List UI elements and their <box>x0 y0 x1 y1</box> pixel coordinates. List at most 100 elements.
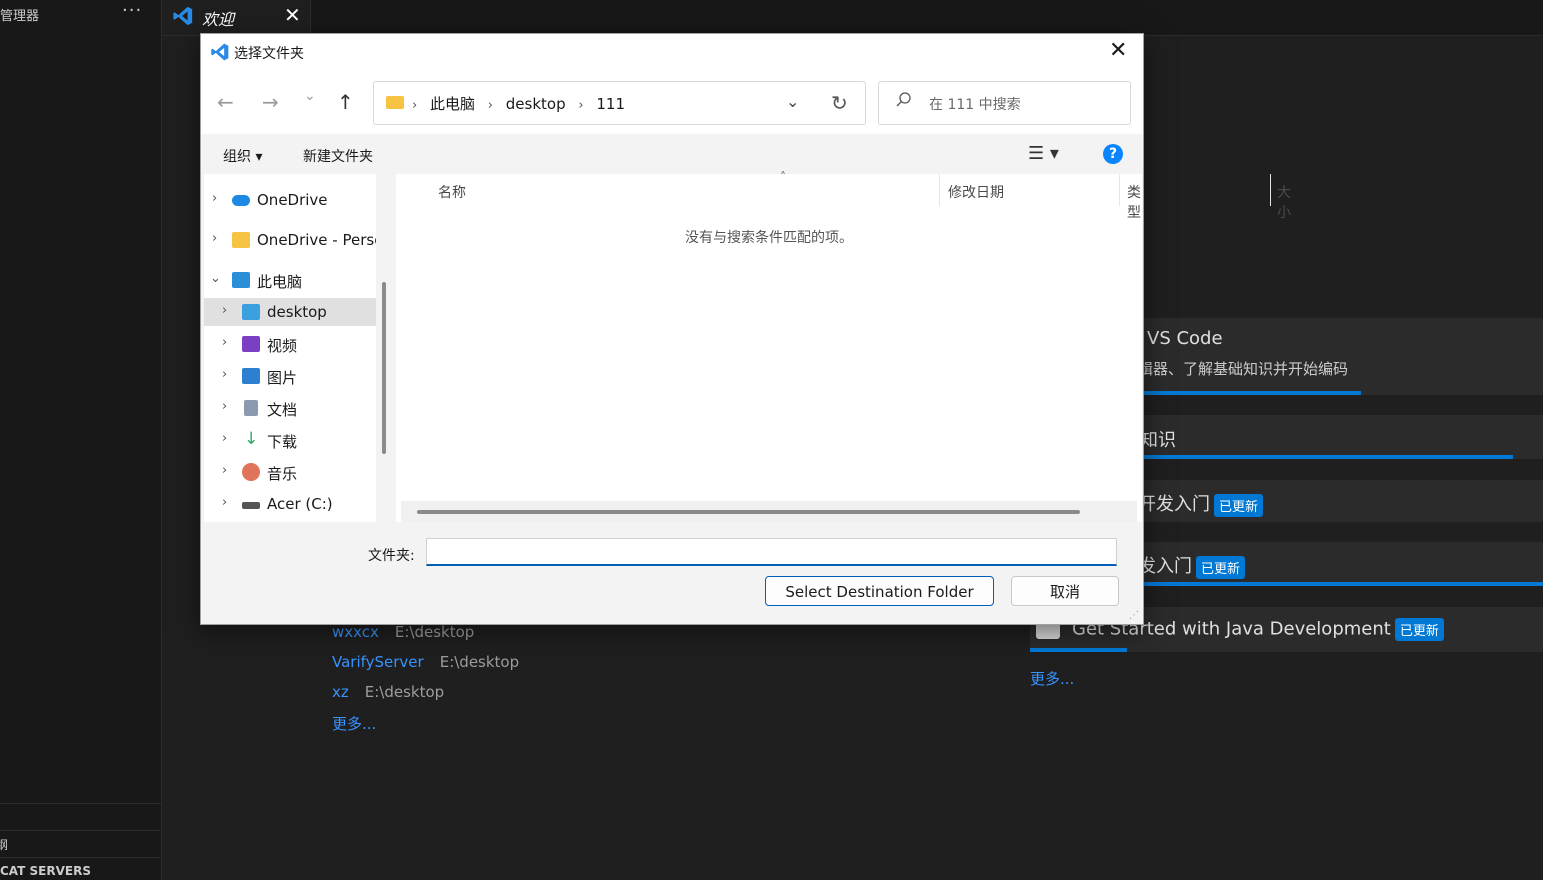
column-header-size[interactable]: 大小 <box>1277 182 1291 222</box>
up-arrow-icon[interactable]: ↑ <box>337 90 354 114</box>
tree-item-this-pc[interactable]: ⌄ 此电脑 <box>204 266 376 294</box>
chevron-right-icon[interactable]: › <box>222 399 227 414</box>
select-folder-dialog: 选择文件夹 ✕ ← → ⌄ ↑ › 此电脑 › desktop › 111 ⌄ … <box>200 33 1291 625</box>
chevron-right-icon[interactable]: › <box>212 191 217 206</box>
breadcrumb-item[interactable]: 此电脑 <box>430 95 475 113</box>
cancel-button[interactable]: 取消 <box>1011 576 1119 606</box>
column-header-date[interactable]: 修改日期 <box>948 182 1004 202</box>
file-list-pane: ˄ 名称 修改日期 类型 大小 没有与搜索条件匹配的项。 <box>396 170 1291 522</box>
cloud-icon <box>232 195 250 206</box>
tab-welcome[interactable]: 欢迎 ✕ <box>162 0 311 35</box>
horizontal-scrollbar[interactable] <box>401 501 1137 522</box>
chevron-right-icon[interactable]: › <box>222 463 227 478</box>
sidebar-divider <box>0 803 161 804</box>
editor-tab-bar <box>162 0 1543 36</box>
desktop-icon <box>242 304 260 320</box>
breadcrumb: › 此电脑 › desktop › 111 <box>412 93 625 114</box>
search-box[interactable]: 在 111 中搜索 <box>878 81 1131 125</box>
breadcrumb-separator: › <box>412 98 418 113</box>
chevron-right-icon[interactable]: › <box>222 495 227 510</box>
walkthrough-title: 发入门 已更新 <box>1138 552 1246 579</box>
walkthrough-title-text: 开发入门 <box>1138 494 1210 515</box>
tree-item-desktop[interactable]: › desktop <box>204 298 376 326</box>
new-folder-button[interactable]: 新建文件夹 <box>303 146 373 166</box>
folder-icon <box>386 96 404 109</box>
progress-bar <box>1030 648 1127 652</box>
tree-item-label: 视频 <box>267 337 298 355</box>
tree-item-label: Acer (C:) <box>267 495 333 513</box>
close-icon[interactable]: ✕ <box>1109 38 1127 63</box>
tree-item-onedrive[interactable]: › OneDrive <box>204 186 376 214</box>
folder-field-label: 文件夹: <box>368 548 415 564</box>
vscode-logo-icon <box>211 43 229 61</box>
recent-name[interactable]: VarifyServer <box>332 653 424 671</box>
outline-section-header[interactable]: 纲 <box>0 836 8 853</box>
more-actions-icon[interactable]: ··· <box>122 0 142 21</box>
chevron-down-icon[interactable]: ⌄ <box>210 271 221 286</box>
close-icon[interactable]: ✕ <box>284 3 301 27</box>
column-header-type[interactable]: 类型 <box>1127 182 1142 222</box>
dialog-titlebar: 选择文件夹 ✕ <box>201 34 1143 70</box>
folder-icon <box>232 232 250 248</box>
select-destination-folder-button[interactable]: Select Destination Folder <box>765 576 994 606</box>
explorer-sidebar: 管理器 ··· 纲 CAT SERVERS <box>0 0 162 880</box>
column-divider[interactable] <box>1270 174 1271 206</box>
tree-item-music[interactable]: › 音乐 <box>204 458 376 486</box>
updated-badge: 已更新 <box>1214 493 1264 517</box>
dialog-title: 选择文件夹 <box>234 46 304 62</box>
chevron-right-icon[interactable]: › <box>222 367 227 382</box>
chevron-down-icon[interactable]: ⌄ <box>786 92 799 111</box>
download-icon: ↓ <box>244 429 259 449</box>
column-divider[interactable] <box>939 174 940 206</box>
scrollbar-thumb[interactable] <box>417 510 1080 514</box>
chevron-right-icon[interactable]: › <box>222 431 227 446</box>
help-icon[interactable]: ? <box>1103 144 1123 164</box>
folder-name-input[interactable] <box>426 538 1117 566</box>
tree-item-videos[interactable]: › 视频 <box>204 330 376 358</box>
breadcrumb-separator: › <box>487 98 493 113</box>
walkthrough-title-text: 发入门 <box>1138 556 1192 577</box>
back-arrow-icon[interactable]: ← <box>217 90 234 114</box>
tree-item-label: 下载 <box>267 433 298 451</box>
column-divider[interactable] <box>1119 174 1120 206</box>
recent-path: E:\desktop <box>394 623 475 641</box>
view-options-button[interactable]: ☰ ▾ <box>1028 143 1059 164</box>
recent-locations-chevron-icon[interactable]: ⌄ <box>304 88 316 104</box>
tree-item-onedrive-personal[interactable]: › OneDrive - Perso <box>204 226 376 254</box>
recent-item[interactable]: wxxcx E:\desktop <box>332 623 474 641</box>
breadcrumb-item[interactable]: 111 <box>596 95 625 113</box>
resize-grip-icon[interactable]: ⋰ <box>1129 610 1139 621</box>
chevron-right-icon[interactable]: › <box>222 303 227 318</box>
recent-name[interactable]: xz <box>332 683 349 701</box>
vscode-logo-icon <box>173 6 193 26</box>
forward-arrow-icon[interactable]: → <box>262 90 279 114</box>
chevron-right-icon[interactable]: › <box>212 231 217 246</box>
tree-item-documents[interactable]: › 文档 <box>204 394 376 422</box>
recent-item[interactable]: xz E:\desktop <box>332 683 444 701</box>
chevron-right-icon[interactable]: › <box>222 335 227 350</box>
tree-item-label: 文档 <box>267 401 298 419</box>
address-bar[interactable]: › 此电脑 › desktop › 111 ⌄ ↻ <box>373 81 866 125</box>
recent-item[interactable]: VarifyServer E:\desktop <box>332 653 519 671</box>
drive-icon <box>242 502 260 509</box>
tree-item-label: 此电脑 <box>257 273 303 291</box>
tree-item-label: 音乐 <box>267 465 298 483</box>
music-icon <box>242 463 260 481</box>
refresh-icon[interactable]: ↻ <box>831 91 848 115</box>
tree-item-downloads[interactable]: › ↓ 下载 <box>204 426 376 454</box>
tomcat-servers-section-header[interactable]: CAT SERVERS <box>0 864 91 878</box>
recent-more-link[interactable]: 更多... <box>332 713 376 734</box>
tree-item-drive-c[interactable]: › Acer (C:) <box>204 490 376 518</box>
monitor-icon <box>232 272 250 288</box>
tree-item-pictures[interactable]: › 图片 <box>204 362 376 390</box>
search-placeholder: 在 111 中搜索 <box>929 97 1021 113</box>
navigation-scrollbar[interactable] <box>376 174 396 522</box>
tree-item-label: OneDrive <box>257 191 328 209</box>
document-icon <box>244 400 258 416</box>
organize-button[interactable]: 组织 ▾ <box>223 146 262 166</box>
scrollbar-thumb[interactable] <box>382 282 386 454</box>
column-header-name[interactable]: 名称 <box>438 182 466 202</box>
recent-name[interactable]: wxxcx <box>332 623 379 641</box>
walkthroughs-more-link[interactable]: 更多... <box>1030 668 1074 689</box>
breadcrumb-item[interactable]: desktop <box>506 95 566 113</box>
